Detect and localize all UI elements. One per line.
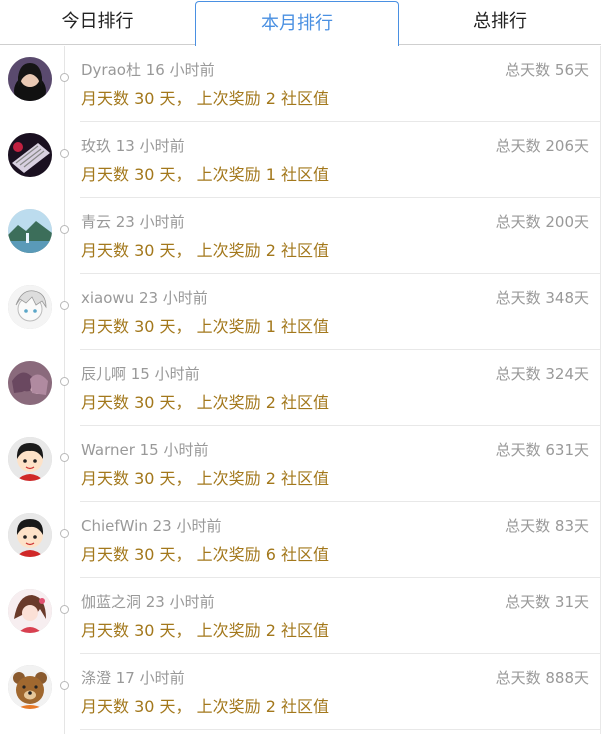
avatar-anime-pink-icon — [8, 361, 52, 405]
total-days: 总天数 324天 — [495, 365, 589, 383]
total-days: 总天数 31天 — [505, 593, 589, 611]
timeline-dot — [60, 605, 69, 614]
ranking-tabs: 今日排行 本月排行 总排行 — [0, 0, 601, 46]
row-divider — [80, 729, 601, 730]
monthly-summary: 月天数 30 天， 上次奖励 1 社区值 — [81, 317, 329, 336]
avatar[interactable] — [8, 133, 52, 177]
avatar-cartoon-boy-icon — [8, 437, 52, 481]
total-days: 总天数 206天 — [495, 137, 589, 155]
list-item: Warner 15 小时前 总天数 631天 月天数 30 天， 上次奖励 2 … — [0, 426, 601, 502]
list-item: 辰儿啊 15 小时前 总天数 324天 月天数 30 天， 上次奖励 2 社区值 — [0, 350, 601, 426]
tab-today-ranking[interactable]: 今日排行 — [0, 0, 195, 44]
timeline-dot — [60, 149, 69, 158]
avatar[interactable] — [8, 57, 52, 101]
timeline-dot — [60, 529, 69, 538]
user-name-time[interactable]: 伽蓝之洞 23 小时前 — [81, 591, 215, 612]
checkin-ranking-list: Dyrao杜 16 小时前 总天数 56天 月天数 30 天， 上次奖励 2 社… — [0, 46, 601, 734]
user-name-time[interactable]: 涤澄 17 小时前 — [81, 667, 185, 688]
timeline-dot — [60, 301, 69, 310]
tab-month-ranking[interactable]: 本月排行 — [195, 1, 399, 46]
avatar[interactable] — [8, 361, 52, 405]
avatar[interactable] — [8, 209, 52, 253]
avatar-anime-girl-icon — [8, 589, 52, 633]
monthly-summary: 月天数 30 天， 上次奖励 2 社区值 — [81, 469, 329, 488]
user-name-time[interactable]: ChiefWin 23 小时前 — [81, 515, 221, 536]
user-name-time[interactable]: Dyrao杜 16 小时前 — [81, 59, 215, 80]
monthly-summary: 月天数 30 天， 上次奖励 2 社区值 — [81, 89, 329, 108]
monthly-summary: 月天数 30 天， 上次奖励 6 社区值 — [81, 545, 329, 564]
timeline-dot — [60, 73, 69, 82]
list-item: Dyrao杜 16 小时前 总天数 56天 月天数 30 天， 上次奖励 2 社… — [0, 46, 601, 122]
user-name-time[interactable]: 玫玖 13 小时前 — [81, 135, 185, 156]
user-name-time[interactable]: 辰儿啊 15 小时前 — [81, 363, 200, 384]
monthly-summary: 月天数 30 天， 上次奖励 2 社区值 — [81, 241, 329, 260]
timeline-dot — [60, 681, 69, 690]
user-name-time[interactable]: 青云 23 小时前 — [81, 211, 185, 232]
avatar-cartoon-boy-icon — [8, 513, 52, 557]
user-name-time[interactable]: Warner 15 小时前 — [81, 439, 209, 460]
avatar-bear-icon — [8, 665, 52, 709]
timeline-dot — [60, 453, 69, 462]
avatar-keyboard-icon — [8, 133, 52, 177]
avatar-landscape-icon — [8, 209, 52, 253]
avatar[interactable] — [8, 285, 52, 329]
avatar-girl-dark-hair-icon — [8, 57, 52, 101]
total-days: 总天数 888天 — [495, 669, 589, 687]
avatar[interactable] — [8, 513, 52, 557]
list-item: 涤澄 17 小时前 总天数 888天 月天数 30 天， 上次奖励 2 社区值 — [0, 654, 601, 730]
total-days: 总天数 83天 — [505, 517, 589, 535]
total-days: 总天数 631天 — [495, 441, 589, 459]
user-name-time[interactable]: xiaowu 23 小时前 — [81, 287, 208, 308]
avatar[interactable] — [8, 589, 52, 633]
list-item: ChiefWin 23 小时前 总天数 83天 月天数 30 天， 上次奖励 6… — [0, 502, 601, 578]
monthly-summary: 月天数 30 天， 上次奖励 1 社区值 — [81, 165, 329, 184]
total-days: 总天数 56天 — [505, 61, 589, 79]
list-item: xiaowu 23 小时前 总天数 348天 月天数 30 天， 上次奖励 1 … — [0, 274, 601, 350]
list-item: 玫玖 13 小时前 总天数 206天 月天数 30 天， 上次奖励 1 社区值 — [0, 122, 601, 198]
timeline-dot — [60, 377, 69, 386]
monthly-summary: 月天数 30 天， 上次奖励 2 社区值 — [81, 621, 329, 640]
avatar[interactable] — [8, 665, 52, 709]
timeline-dot — [60, 225, 69, 234]
total-days: 总天数 200天 — [495, 213, 589, 231]
list-item: 伽蓝之洞 23 小时前 总天数 31天 月天数 30 天， 上次奖励 2 社区值 — [0, 578, 601, 654]
monthly-summary: 月天数 30 天， 上次奖励 2 社区值 — [81, 393, 329, 412]
total-days: 总天数 348天 — [495, 289, 589, 307]
avatar-anime-sketch-icon — [8, 285, 52, 329]
monthly-summary: 月天数 30 天， 上次奖励 2 社区值 — [81, 697, 329, 716]
avatar[interactable] — [8, 437, 52, 481]
tab-total-ranking[interactable]: 总排行 — [399, 0, 601, 44]
list-item: 青云 23 小时前 总天数 200天 月天数 30 天， 上次奖励 2 社区值 — [0, 198, 601, 274]
